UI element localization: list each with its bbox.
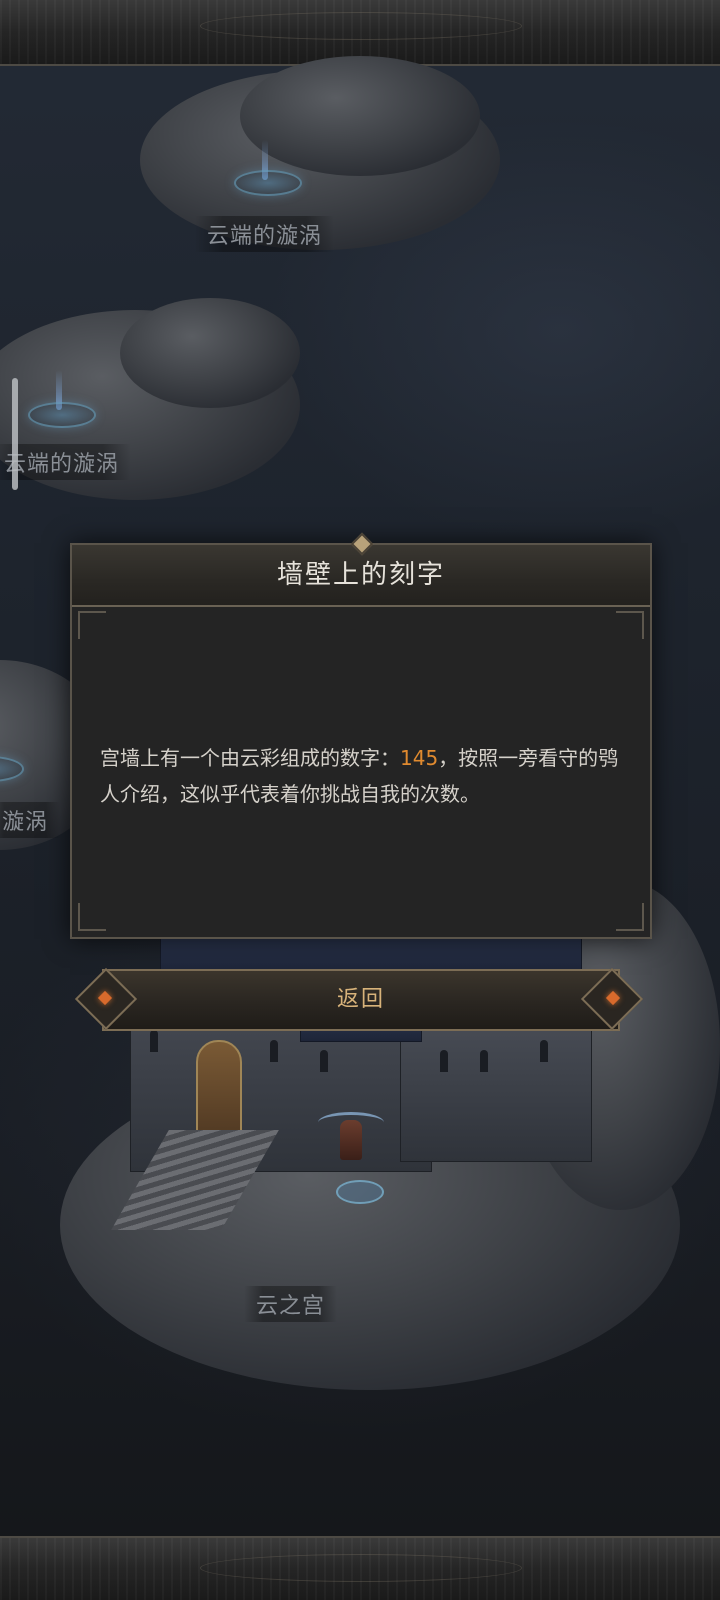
message-prefix: 宫墙上有一个由云彩组成的数字： [100, 746, 400, 770]
vortex-portal-2[interactable] [28, 402, 96, 428]
location-label-vortex-2[interactable]: 云端的漩涡 [0, 444, 132, 480]
owl-guard-character[interactable] [340, 1120, 362, 1160]
dialog-title: 墙壁上的刻字 [276, 560, 445, 590]
top-frame-ornament [200, 12, 522, 40]
dialog-corner-ornament [616, 611, 644, 639]
inscription-dialog: 墙壁上的刻字 宫墙上有一个由云彩组成的数字：145，按照一旁看守的鸮人介绍，这似… [70, 532, 652, 939]
challenge-count: 145 [400, 746, 439, 770]
dialog-corner-ornament [616, 903, 644, 931]
cloud-island-2-puff [120, 298, 300, 408]
cloud-island-1-puff [240, 56, 480, 176]
game-map-screen: 云端的漩涡 云端的漩涡 漩涡 云之宫 墙壁上的刻字 宫墙上有一个由云彩组成的数字… [0, 0, 720, 1600]
location-label-vortex-1[interactable]: 云端的漩涡 [195, 216, 335, 252]
return-button-label: 返回 [336, 987, 385, 1012]
scroll-indicator[interactable] [12, 378, 18, 490]
bottom-frame-ornament [200, 1554, 522, 1582]
player-position-marker[interactable] [336, 1180, 384, 1204]
location-label-vortex-3[interactable]: 漩涡 [0, 802, 61, 838]
dialog-message: 宫墙上有一个由云彩组成的数字：145，按照一旁看守的鸮人介绍，这似乎代表着你挑战… [100, 740, 622, 812]
return-button[interactable]: 返回 [74, 967, 644, 1031]
vortex-portal-1[interactable] [234, 170, 302, 196]
bottom-ornamental-frame [0, 1536, 720, 1600]
dialog-corner-ornament [78, 903, 106, 931]
dialog-corner-ornament [78, 611, 106, 639]
location-label-cloud-palace[interactable]: 云之宫 [244, 1286, 338, 1322]
